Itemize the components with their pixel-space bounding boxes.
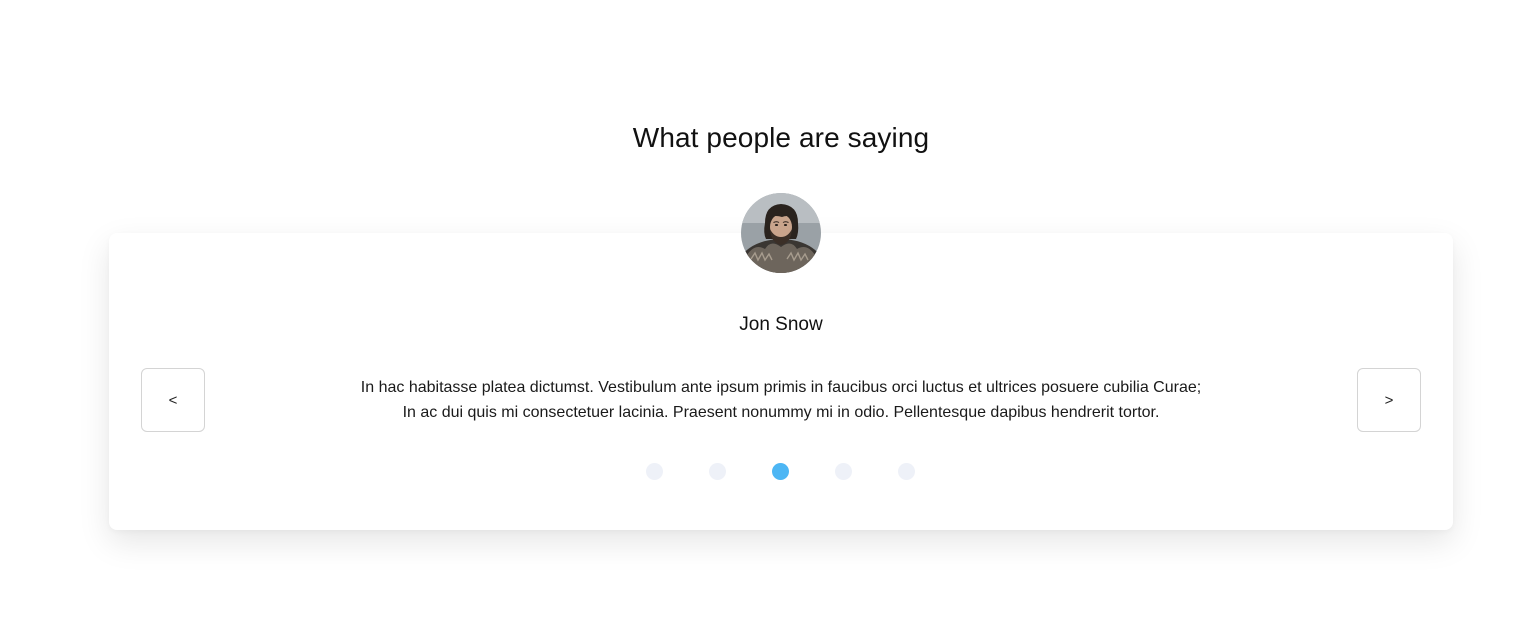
next-button[interactable]: >: [1357, 368, 1421, 432]
pagination-dot-2[interactable]: [709, 463, 726, 480]
testimonial-author-name: Jon Snow: [739, 314, 823, 335]
previous-button[interactable]: <: [141, 368, 205, 432]
quote-line-1: In hac habitasse platea dictumst. Vestib…: [360, 379, 1202, 396]
avatar: [741, 193, 821, 273]
section-title: What people are saying: [632, 122, 930, 153]
testimonial-quote: In hac habitasse platea dictumst. Vestib…: [300, 375, 1262, 425]
pagination-dot-1[interactable]: [646, 463, 663, 480]
pagination-dot-4[interactable]: [835, 463, 852, 480]
pagination-dot-3[interactable]: [772, 463, 789, 480]
avatar-image: [741, 193, 821, 273]
pagination-dot-5[interactable]: [898, 463, 915, 480]
quote-line-2: In ac dui quis mi consectetuer lacinia. …: [402, 404, 1160, 421]
